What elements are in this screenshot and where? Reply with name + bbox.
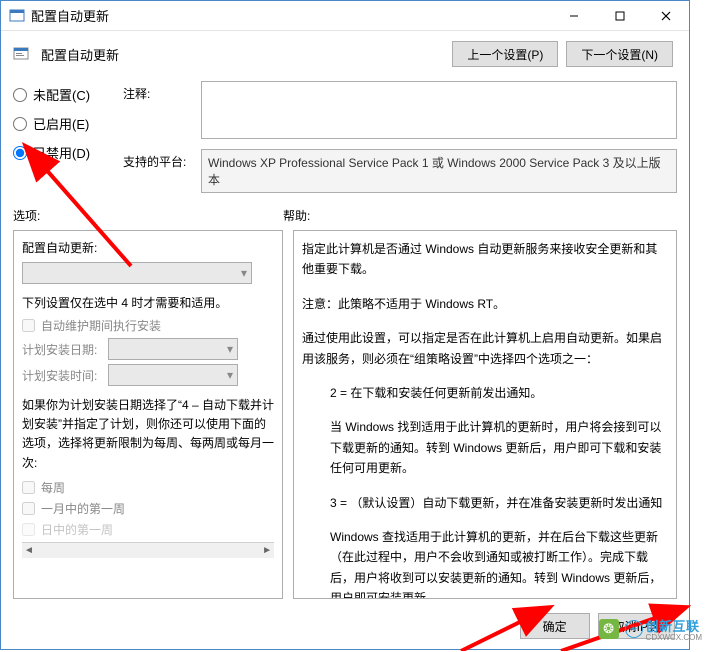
chk-first-week-label: 一月中的第一周: [41, 500, 125, 517]
options-note: 下列设置仅在选中 4 时才需要和适用。: [22, 294, 274, 311]
chk-first-week-input[interactable]: [22, 502, 35, 515]
state-radio-group: 未配置(C) 已启用(E) 已禁用(D): [13, 81, 113, 193]
chk-last-trunc-input[interactable]: [22, 523, 35, 536]
window-controls: [551, 1, 689, 31]
radio-enabled[interactable]: 已启用(E): [13, 114, 113, 133]
minimize-button[interactable]: [551, 1, 597, 31]
next-setting-button[interactable]: 下一个设置(N): [566, 41, 673, 67]
scroll-left-icon[interactable]: ◄: [24, 545, 34, 556]
maximize-button[interactable]: [597, 1, 643, 31]
help-column-label: 帮助:: [283, 207, 677, 224]
radio-not-configured[interactable]: 未配置(C): [13, 85, 113, 104]
options-horizontal-scrollbar[interactable]: ◄ ►: [22, 542, 274, 558]
window-title: 配置自动更新: [31, 6, 551, 25]
radio-not-configured-label: 未配置(C): [33, 85, 90, 104]
radio-disabled-input[interactable]: [13, 146, 27, 160]
chk-last-trunc-label: 日中的第一周: [41, 521, 113, 538]
chk-last-trunc[interactable]: 日中的第一周: [22, 521, 274, 538]
options-pane[interactable]: 配置自动更新: ▾ 下列设置仅在选中 4 时才需要和适用。 自动维护期间执行安装…: [13, 230, 283, 599]
options-column-label: 选项:: [13, 207, 283, 224]
help-p4: 2 = 在下载和安装任何更新前发出通知。: [302, 383, 668, 403]
help-p3: 通过使用此设置，可以指定是否在此计算机上启用自动更新。如果启用该服务，则必须在“…: [302, 328, 668, 369]
page-title: 配置自动更新: [41, 45, 119, 64]
titlebar: 配置自动更新: [1, 1, 689, 31]
wechat-icon: ❂: [599, 619, 619, 639]
radio-enabled-input[interactable]: [13, 117, 27, 131]
comment-box[interactable]: [201, 81, 677, 139]
background-strip: [690, 0, 708, 652]
chk-maintenance-label: 自动维护期间执行安装: [41, 317, 161, 334]
comment-label: 注释:: [123, 81, 193, 102]
help-pane[interactable]: 指定此计算机是否通过 Windows 自动更新服务来接收安全更新和其他重要下载。…: [293, 230, 677, 599]
radio-disabled-label: 已禁用(D): [33, 143, 90, 162]
app-icon: [9, 8, 25, 24]
dialog-footer: 确定 取消IP封: [1, 603, 689, 649]
help-p7: Windows 查找适用于此计算机的更新，并在后台下载这些更新（在此过程中，用户…: [302, 527, 668, 599]
brand-logo-icon: ✳: [625, 620, 643, 638]
ok-button[interactable]: 确定: [520, 613, 590, 639]
platform-box: Windows XP Professional Service Pack 1 或…: [201, 149, 677, 193]
chk-weekly-input[interactable]: [22, 481, 35, 494]
update-mode-combo[interactable]: ▾: [22, 262, 252, 284]
chk-maintenance[interactable]: 自动维护期间执行安装: [22, 317, 274, 334]
install-time-label: 计划安装时间:: [22, 367, 102, 384]
platform-label: 支持的平台:: [123, 149, 193, 170]
help-p6: 3 = （默认设置）自动下载更新，并在准备安装更新时发出通知: [302, 493, 668, 513]
radio-not-configured-input[interactable]: [13, 88, 27, 102]
scroll-right-icon[interactable]: ►: [262, 545, 272, 556]
install-date-combo[interactable]: ▾: [108, 338, 238, 360]
options-hint-paragraph: 如果你为计划安装日期选择了“4 – 自动下载并计划安装”并指定了计划，则你还可以…: [22, 396, 274, 473]
install-date-label: 计划安装日期:: [22, 341, 102, 358]
help-p1: 指定此计算机是否通过 Windows 自动更新服务来接收安全更新和其他重要下载。: [302, 239, 668, 280]
content-area: 未配置(C) 已启用(E) 已禁用(D) 注释: 支持的平台:: [1, 71, 689, 603]
brand-sub: CDXWCX.COM: [646, 633, 702, 642]
chk-first-week[interactable]: 一月中的第一周: [22, 500, 274, 517]
subheader: 配置自动更新 上一个设置(P) 下一个设置(N): [1, 31, 689, 71]
help-p2: 注意：此策略不适用于 Windows RT。: [302, 294, 668, 314]
chk-weekly[interactable]: 每周: [22, 479, 274, 496]
chk-maintenance-input[interactable]: [22, 319, 35, 332]
radio-enabled-label: 已启用(E): [33, 114, 89, 133]
radio-disabled[interactable]: 已禁用(D): [13, 143, 113, 162]
dialog-window: 配置自动更新 配置自动更新 上一个设置(P) 下一个设置(N): [0, 0, 690, 650]
chk-weekly-label: 每周: [41, 479, 65, 496]
install-time-combo[interactable]: ▾: [108, 364, 238, 386]
prev-setting-button[interactable]: 上一个设置(P): [452, 41, 558, 67]
policy-icon: [13, 46, 29, 62]
watermark: ❂ ✳ 创新互联 CDXWCX.COM: [599, 616, 702, 642]
close-button[interactable]: [643, 1, 689, 31]
options-section-title: 配置自动更新:: [22, 239, 274, 256]
help-p5: 当 Windows 找到适用于此计算机的更新时，用户将会接到可以下载更新的通知。…: [302, 417, 668, 478]
